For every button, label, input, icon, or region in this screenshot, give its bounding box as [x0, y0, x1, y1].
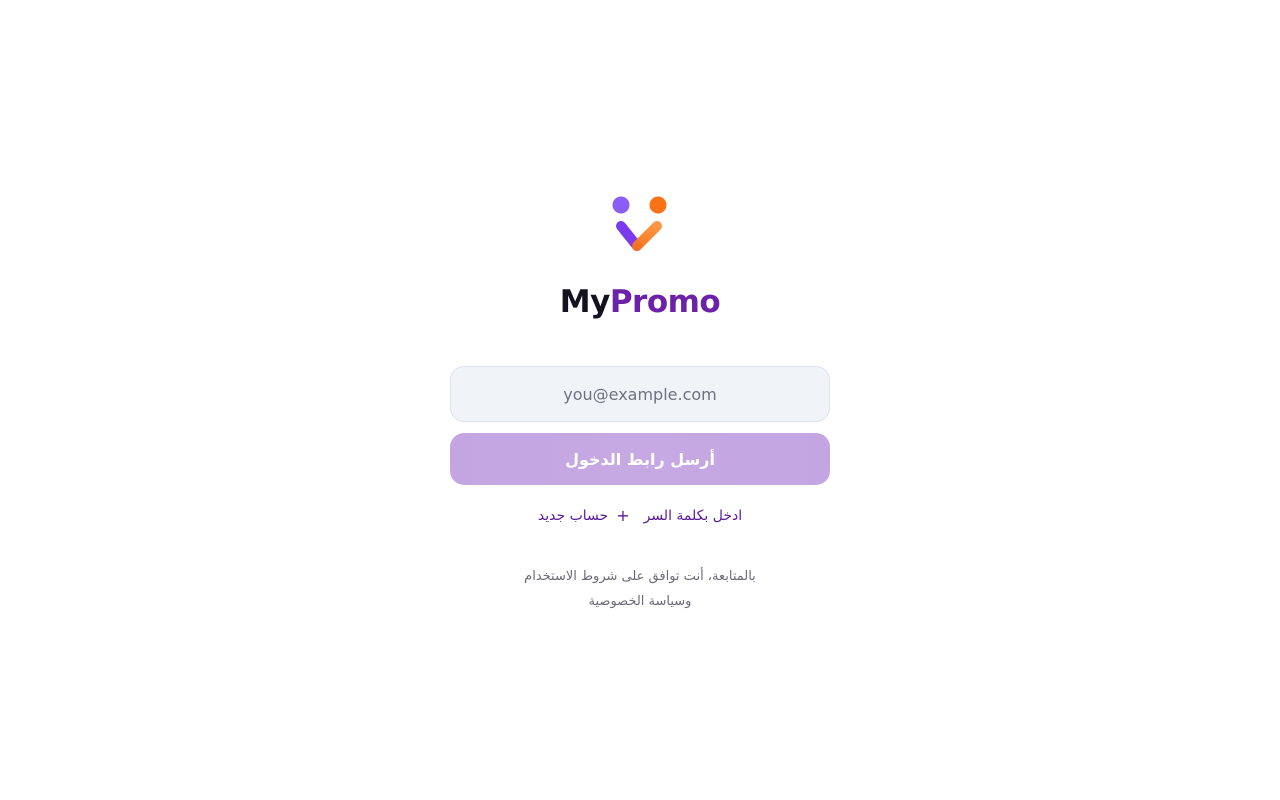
- terms-notice: بالمتابعة، أنت توافق على شروط الاستخدام …: [0, 564, 1280, 614]
- new-account-label: حساب جديد: [537, 508, 609, 524]
- auth-links: ادخل بكلمة السر + حساب جديد: [0, 506, 1280, 525]
- brand-title-my: My: [559, 284, 611, 320]
- send-login-link-button[interactable]: أرسل رابط الدخول: [450, 433, 830, 485]
- email-input[interactable]: [450, 366, 830, 422]
- brand-title: MyPromo: [0, 282, 1280, 322]
- terms-line-1: بالمتابعة، أنت توافق على شروط الاستخدام: [524, 569, 756, 584]
- password-login-link[interactable]: ادخل بكلمة السر: [644, 508, 743, 524]
- brand-title-promo: Promo: [609, 284, 721, 320]
- login-page: MyPromo أرسل رابط الدخول ادخل بكلمة السر…: [0, 0, 1280, 800]
- new-account-link[interactable]: + حساب جديد: [537, 506, 630, 525]
- plus-icon: +: [616, 506, 630, 525]
- terms-line-2: وسياسة الخصوصية: [588, 594, 692, 609]
- mypromo-logo-icon: [612, 196, 667, 255]
